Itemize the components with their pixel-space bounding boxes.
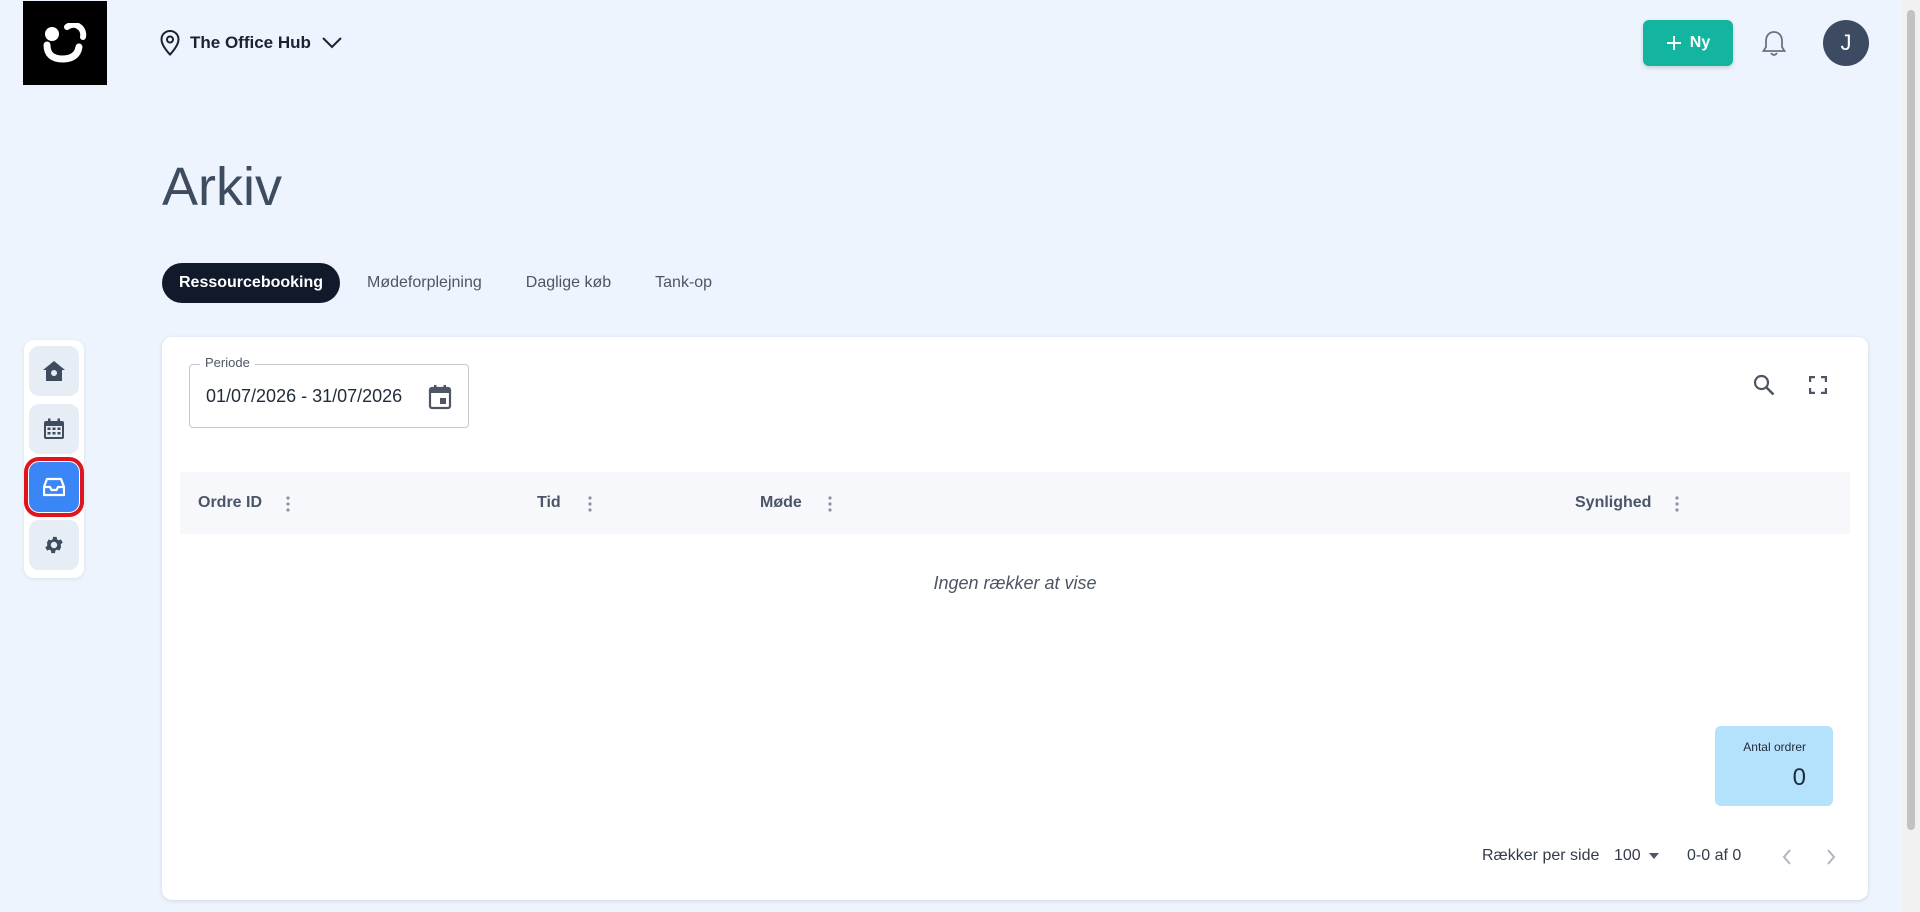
column-menu-button[interactable] [822,494,838,514]
rows-per-page-select[interactable]: 100 [1614,847,1659,865]
home-icon [43,361,65,381]
location-pin-icon [160,30,180,56]
archive-icon [43,477,65,497]
new-button-label: Ny [1689,34,1711,51]
app-logo[interactable] [23,1,107,85]
page: The Office Hub Ny J Arkiv Ressourcebooki… [0,0,1920,912]
sidebar-item-home[interactable] [29,346,79,396]
period-label: Periode [200,355,255,370]
column-menu-button[interactable] [1669,494,1685,514]
column-header-synlighed[interactable]: Synlighed [1575,472,1651,534]
location-selector[interactable]: The Office Hub [160,28,343,58]
column-header-mode[interactable]: Møde [760,472,802,534]
column-label: Synlighed [1575,494,1652,511]
more-vertical-icon [828,496,832,512]
column-header-tid[interactable]: Tid [537,472,561,534]
sidebar [24,340,84,578]
column-header-ordre-id[interactable]: Ordre ID [198,472,262,534]
more-vertical-icon [286,496,290,512]
plus-icon [1666,36,1681,50]
calendar-icon [44,418,64,439]
sidebar-item-archive[interactable] [24,457,84,517]
sidebar-item-settings[interactable] [29,520,79,570]
bell-icon [1761,31,1787,56]
fullscreen-icon [1809,376,1827,394]
fullscreen-button[interactable] [1804,371,1832,399]
new-button[interactable]: Ny [1643,20,1733,66]
search-button[interactable] [1750,371,1778,399]
pagination-range: 0-0 af 0 [1687,847,1742,864]
chevron-down-icon [322,37,342,49]
column-label: Ordre ID [198,494,263,511]
column-label: Møde [760,494,802,511]
column-menu-button[interactable] [582,494,598,514]
previous-page-button[interactable] [1775,845,1799,869]
notifications-button[interactable] [1759,28,1789,58]
tab-tank-op[interactable]: Tank-op [638,263,729,303]
archive-card: Periode 01/07/2026 - 31/07/2026 Ordre ID… [162,337,1868,900]
chevron-right-icon [1827,849,1836,865]
sidebar-item-calendar[interactable] [29,404,79,454]
more-vertical-icon [1675,496,1679,512]
date-picker-button[interactable] [428,384,452,415]
logo-icon [43,23,87,63]
empty-table-message: Ingen rækker at vise [933,573,1097,593]
order-count-label: Antal ordrer [1743,740,1806,754]
order-count-value: 0 [1792,764,1806,791]
user-avatar[interactable]: J [1823,20,1869,66]
rows-per-page-label: Rækker per side [1482,847,1600,864]
column-menu-button[interactable] [280,494,296,514]
tab-modeforplejning[interactable]: Mødeforplejning [350,263,499,303]
avatar-initial: J [1840,30,1852,55]
location-name: The Office Hub [190,33,311,52]
column-label: Tid [537,494,561,511]
tab-daglige-kob[interactable]: Daglige køb [509,263,628,303]
page-title: Arkiv [162,157,282,217]
period-field[interactable]: Periode 01/07/2026 - 31/07/2026 [189,355,469,428]
caret-down-icon [1648,853,1659,859]
calendar-icon [428,385,452,410]
next-page-button[interactable] [1819,845,1843,869]
chevron-left-icon [1782,849,1791,865]
table-header: Ordre ID Tid Møde Synlighed [180,472,1850,534]
order-count-card: Antal ordrer 0 [1715,726,1833,806]
period-value: 01/07/2026 - 31/07/2026 [206,386,403,406]
rows-per-page-value: 100 [1614,847,1641,864]
tab-ressourcebooking[interactable]: Ressourcebooking [162,263,341,303]
more-vertical-icon [588,496,592,512]
search-icon [1753,374,1775,396]
page-scrollbar[interactable] [1902,0,1920,912]
tab-bar: Ressourcebooking Mødeforplejning Daglige… [162,263,739,303]
scrollbar-thumb[interactable] [1907,10,1915,830]
gear-icon [45,536,63,554]
